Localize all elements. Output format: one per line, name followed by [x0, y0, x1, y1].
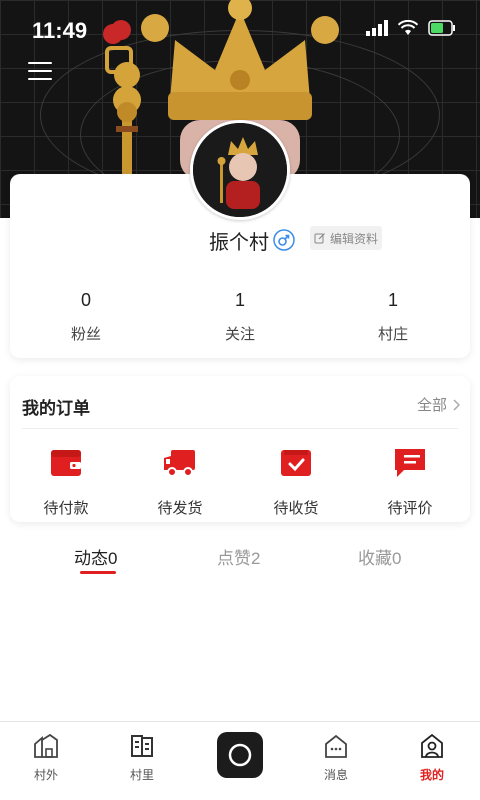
- nav-village-inside[interactable]: 村里: [107, 732, 177, 783]
- battery-icon: [428, 20, 455, 36]
- nav-messages[interactable]: 消息: [301, 732, 371, 783]
- tab-likes[interactable]: 点赞2: [217, 544, 260, 569]
- order-pending-receipt[interactable]: 待收货: [246, 444, 346, 518]
- stat-villages[interactable]: 1 村庄: [343, 290, 443, 344]
- stat-label: 村庄: [377, 326, 408, 343]
- my-orders-card: 我的订单 全部 待付款 待发货 待收货 待评价: [10, 376, 470, 522]
- edit-profile-label: 编辑资料: [329, 231, 378, 246]
- order-pending-review[interactable]: 待评价: [360, 444, 460, 518]
- profile-house-icon: [421, 733, 443, 758]
- stat-value: 1: [387, 290, 398, 310]
- order-label: 待付款: [43, 500, 89, 517]
- divider: [22, 428, 458, 429]
- tab-favorites[interactable]: 收藏0: [358, 544, 401, 569]
- username: 振个村: [209, 232, 269, 254]
- male-gender-icon: [273, 229, 295, 251]
- orders-title: 我的订单: [22, 399, 90, 418]
- nav-label: 村里: [129, 768, 154, 782]
- village-inside-icon: [131, 735, 153, 757]
- order-pending-payment[interactable]: 待付款: [16, 444, 116, 518]
- nav-village-outside[interactable]: 村外: [11, 732, 81, 783]
- review-icon: [395, 449, 425, 477]
- received-box-icon: [281, 450, 311, 476]
- status-bar: 11:49: [0, 0, 480, 60]
- order-label: 待评价: [387, 500, 433, 517]
- profile-name-row: 振个村 编辑资料: [0, 226, 480, 254]
- circle-camera-icon: [228, 743, 252, 767]
- order-label: 待发货: [157, 500, 203, 517]
- chevron-right-icon: [453, 398, 460, 411]
- signal-icon: [366, 20, 388, 36]
- active-tab-indicator: [80, 571, 116, 574]
- edit-profile-button[interactable]: 编辑资料: [310, 226, 382, 250]
- view-all-label: 全部: [416, 397, 447, 414]
- center-action-button[interactable]: [217, 732, 263, 778]
- stat-value: 0: [80, 290, 91, 310]
- village-outside-icon: [34, 733, 58, 758]
- avatar[interactable]: [190, 120, 290, 220]
- message-house-icon: [325, 734, 347, 758]
- nav-label: 消息: [323, 768, 348, 782]
- menu-icon[interactable]: [28, 62, 52, 82]
- view-all-orders-link[interactable]: 全部: [417, 394, 460, 415]
- wifi-icon: [398, 20, 418, 35]
- stat-value: 1: [234, 290, 245, 310]
- status-time: 11:49: [32, 18, 88, 43]
- nav-profile[interactable]: 我的: [397, 732, 467, 783]
- stat-label: 粉丝: [70, 326, 101, 343]
- wallet-icon: [51, 450, 81, 476]
- truck-icon: [164, 450, 195, 477]
- order-pending-shipment[interactable]: 待发货: [130, 444, 230, 518]
- nav-label: 村外: [33, 768, 58, 782]
- stat-label: 关注: [224, 326, 255, 343]
- tab-posts[interactable]: 动态0: [74, 544, 117, 569]
- edit-icon: [314, 233, 325, 244]
- content-tabs: 动态0 点赞2 收藏0: [0, 540, 480, 580]
- profile-stats: 0 粉丝 1 关注 1 村庄: [10, 290, 470, 350]
- stat-followers[interactable]: 0 粉丝: [36, 290, 136, 344]
- stat-following[interactable]: 1 关注: [190, 290, 290, 344]
- bottom-navigation: 村外 村里 消息 我的: [0, 721, 480, 800]
- nav-label: 我的: [419, 768, 444, 782]
- order-label: 待收货: [273, 500, 319, 517]
